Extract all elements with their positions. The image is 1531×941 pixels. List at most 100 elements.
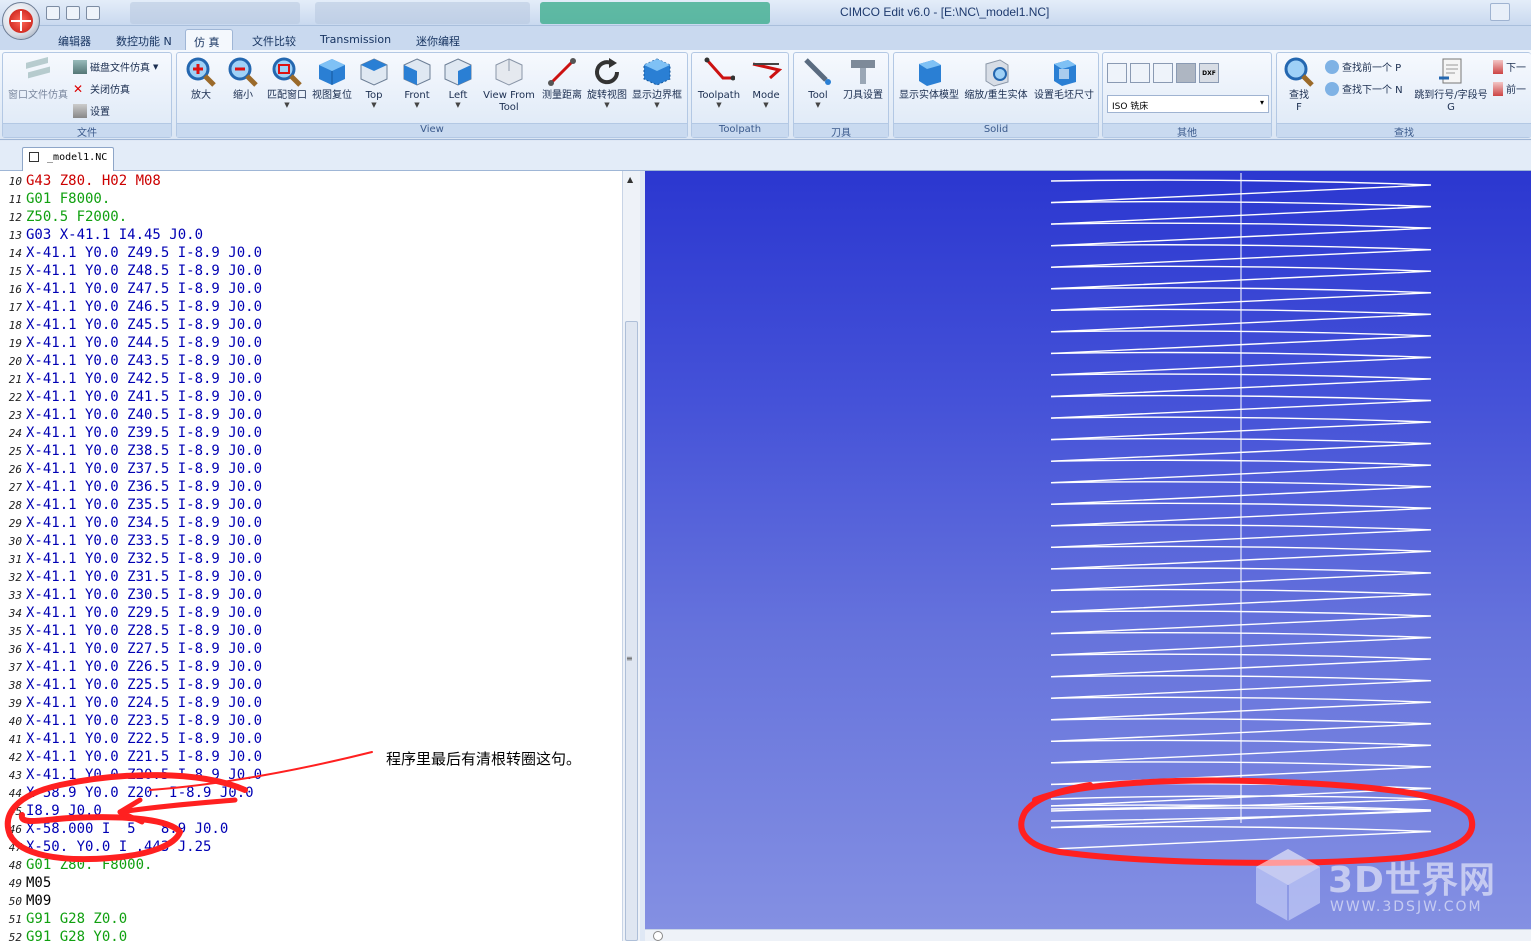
code-line[interactable]: 29 X-41.1 Y0.0 Z34.5 I-8.9 J0.0 <box>0 514 622 532</box>
code-line[interactable]: 30 X-41.1 Y0.0 Z33.5 I-8.9 J0.0 <box>0 532 622 550</box>
other-tool-1-icon[interactable] <box>1107 63 1127 83</box>
code-text[interactable]: X-41.1 Y0.0 Z36.5 I-8.9 J0.0 <box>26 478 262 496</box>
code-text[interactable]: X-41.1 Y0.0 Z21.5 I-8.9 J0.0 <box>26 748 262 766</box>
code-line[interactable]: 12 Z50.5 F2000. <box>0 208 622 226</box>
code-text[interactable]: X-41.1 Y0.0 Z32.5 I-8.9 J0.0 <box>26 550 262 568</box>
code-text[interactable]: X-41.1 Y0.0 Z49.5 I-8.9 J0.0 <box>26 244 262 262</box>
code-text[interactable]: X-58.000 I 5 8.9 J0.0 <box>26 820 228 838</box>
save-icon[interactable] <box>46 6 60 20</box>
other-tool-4-icon[interactable] <box>1176 63 1196 83</box>
code-text[interactable]: X-41.1 Y0.0 Z47.5 I-8.9 J0.0 <box>26 280 262 298</box>
other-tool-3-icon[interactable] <box>1153 63 1173 83</box>
code-line[interactable]: 35 X-41.1 Y0.0 Z28.5 I-8.9 J0.0 <box>0 622 622 640</box>
help-button[interactable] <box>1490 3 1510 21</box>
view-top-button[interactable]: Top ▼ <box>357 56 391 109</box>
code-line[interactable]: 21 X-41.1 Y0.0 Z42.5 I-8.9 J0.0 <box>0 370 622 388</box>
toolpath-button[interactable]: Toolpath ▼ <box>694 56 744 109</box>
mode-button[interactable]: Mode ▼ <box>744 56 788 109</box>
code-line[interactable]: 18 X-41.1 Y0.0 Z45.5 I-8.9 J0.0 <box>0 316 622 334</box>
code-text[interactable]: X-41.1 Y0.0 Z44.5 I-8.9 J0.0 <box>26 334 262 352</box>
fit-window-button[interactable]: 匹配窗口 ▼ <box>265 56 309 109</box>
view-from-tool-button[interactable]: View From Tool <box>479 56 539 114</box>
code-line[interactable]: 28 X-41.1 Y0.0 Z35.5 I-8.9 J0.0 <box>0 496 622 514</box>
code-line[interactable]: 41 X-41.1 Y0.0 Z22.5 I-8.9 J0.0 <box>0 730 622 748</box>
tab-mini-programming[interactable]: 迷你编程 <box>408 29 468 50</box>
code-text[interactable]: X-41.1 Y0.0 Z20.5 I-8.9 J0.0 <box>26 766 262 784</box>
code-text[interactable]: X-41.1 Y0.0 Z22.5 I-8.9 J0.0 <box>26 730 262 748</box>
code-text[interactable]: X-41.1 Y0.0 Z28.5 I-8.9 J0.0 <box>26 622 262 640</box>
find-next-button[interactable]: 查找下一个 N <box>1325 81 1403 96</box>
find-button[interactable]: 查找 F <box>1279 56 1319 114</box>
set-stock-size-button[interactable]: 设置毛坯尺寸 <box>1030 56 1098 102</box>
code-line[interactable]: 14 X-41.1 Y0.0 Z49.5 I-8.9 J0.0 <box>0 244 622 262</box>
view-left-button[interactable]: Left ▼ <box>441 56 475 109</box>
code-line[interactable]: 23 X-41.1 Y0.0 Z40.5 I-8.9 J0.0 <box>0 406 622 424</box>
code-text[interactable]: I8.9 J0.0 <box>26 802 102 820</box>
other-tool-2-icon[interactable] <box>1130 63 1150 83</box>
code-text[interactable]: X-41.1 Y0.0 Z27.5 I-8.9 J0.0 <box>26 640 262 658</box>
code-line[interactable]: 50 M09 <box>0 892 622 910</box>
regenerate-solid-button[interactable]: 缩放/重生实体 <box>962 56 1030 102</box>
code-text[interactable]: X-41.1 Y0.0 Z46.5 I-8.9 J0.0 <box>26 298 262 316</box>
rotate-view-button[interactable]: 旋转视图 ▼ <box>585 56 629 109</box>
tab-file-compare[interactable]: 文件比较 <box>244 29 304 50</box>
viewport-horizontal-scrollbar[interactable] <box>645 929 1531 941</box>
code-line[interactable]: 34 X-41.1 Y0.0 Z29.5 I-8.9 J0.0 <box>0 604 622 622</box>
code-line[interactable]: 45 I8.9 J0.0 <box>0 802 622 820</box>
code-text[interactable]: X-41.1 Y0.0 Z23.5 I-8.9 J0.0 <box>26 712 262 730</box>
code-line[interactable]: 16 X-41.1 Y0.0 Z47.5 I-8.9 J0.0 <box>0 280 622 298</box>
code-text[interactable]: X-41.1 Y0.0 Z34.5 I-8.9 J0.0 <box>26 514 262 532</box>
code-line[interactable]: 20 X-41.1 Y0.0 Z43.5 I-8.9 J0.0 <box>0 352 622 370</box>
measure-distance-button[interactable]: 测量距离 <box>541 56 583 102</box>
code-line[interactable]: 19 X-41.1 Y0.0 Z44.5 I-8.9 J0.0 <box>0 334 622 352</box>
scroll-up-icon[interactable]: ▲ <box>627 175 633 184</box>
code-lines[interactable]: 10 G43 Z80. H02 M08 11 G01 F8000. 12 Z50.5 F2… <box>0 171 622 941</box>
code-line[interactable]: 46 X-58.000 I 5 8.9 J0.0 <box>0 820 622 838</box>
code-text[interactable]: X-41.1 Y0.0 Z24.5 I-8.9 J0.0 <box>26 694 262 712</box>
machine-type-select[interactable]: ISO 铣床 ▾ <box>1107 95 1269 113</box>
find-previous-button[interactable]: 查找前一个 P <box>1325 59 1401 74</box>
code-text[interactable]: X-41.1 Y0.0 Z37.5 I-8.9 J0.0 <box>26 460 262 478</box>
code-line[interactable]: 31 X-41.1 Y0.0 Z32.5 I-8.9 J0.0 <box>0 550 622 568</box>
scroll-thumb[interactable] <box>625 321 638 941</box>
window-file-sim-button[interactable]: 窗口文件仿真 <box>5 56 71 102</box>
editor-vertical-scrollbar[interactable]: ▲ ≡ <box>622 171 640 941</box>
code-text[interactable]: X-41.1 Y0.0 Z31.5 I-8.9 J0.0 <box>26 568 262 586</box>
nc-code-editor[interactable]: 10 G43 Z80. H02 M08 11 G01 F8000. 12 Z50.5 F2… <box>0 171 640 941</box>
code-line[interactable]: 37 X-41.1 Y0.0 Z26.5 I-8.9 J0.0 <box>0 658 622 676</box>
code-text[interactable]: G91 G28 Y0.0 <box>26 928 127 941</box>
zoom-in-button[interactable]: 放大 <box>181 56 221 102</box>
code-text[interactable]: X-41.1 Y0.0 Z29.5 I-8.9 J0.0 <box>26 604 262 622</box>
close-sim-button[interactable]: ✕ 关闭仿真 <box>73 81 130 97</box>
code-line[interactable]: 51 G91 G28 Z0.0 <box>0 910 622 928</box>
code-line[interactable]: 49 M05 <box>0 874 622 892</box>
tool-button[interactable]: Tool ▼ <box>798 56 838 109</box>
code-text[interactable]: G03 X-41.1 I4.45 J0.0 <box>26 226 203 244</box>
code-text[interactable]: X-41.1 Y0.0 Z39.5 I-8.9 J0.0 <box>26 424 262 442</box>
code-text[interactable]: X-41.1 Y0.0 Z33.5 I-8.9 J0.0 <box>26 532 262 550</box>
code-line[interactable]: 33 X-41.1 Y0.0 Z30.5 I-8.9 J0.0 <box>0 586 622 604</box>
code-line[interactable]: 24 X-41.1 Y0.0 Z39.5 I-8.9 J0.0 <box>0 424 622 442</box>
code-line[interactable]: 44 X-58.9 Y0.0 Z20. I-8.9 J0.0 <box>0 784 622 802</box>
view-reset-button[interactable]: 视图复位 <box>311 56 353 102</box>
code-line[interactable]: 38 X-41.1 Y0.0 Z25.5 I-8.9 J0.0 <box>0 676 622 694</box>
code-text[interactable]: G01 F8000. <box>26 190 110 208</box>
code-line[interactable]: 25 X-41.1 Y0.0 Z38.5 I-8.9 J0.0 <box>0 442 622 460</box>
disk-file-sim-button[interactable]: 磁盘文件仿真 ▼ <box>73 59 158 74</box>
jump-to-line-button[interactable]: 跳到行号/字段号 G <box>1411 56 1491 114</box>
code-line[interactable]: 13 G03 X-41.1 I4.45 J0.0 <box>0 226 622 244</box>
code-text[interactable]: X-41.1 Y0.0 Z35.5 I-8.9 J0.0 <box>26 496 262 514</box>
code-line[interactable]: 11 G01 F8000. <box>0 190 622 208</box>
code-text[interactable]: X-41.1 Y0.0 Z30.5 I-8.9 J0.0 <box>26 586 262 604</box>
code-line[interactable]: 15 X-41.1 Y0.0 Z48.5 I-8.9 J0.0 <box>0 262 622 280</box>
code-line[interactable]: 40 X-41.1 Y0.0 Z23.5 I-8.9 J0.0 <box>0 712 622 730</box>
view-front-button[interactable]: Front ▼ <box>397 56 437 109</box>
tab-editor[interactable]: 编辑器 <box>50 29 99 50</box>
code-line[interactable]: 36 X-41.1 Y0.0 Z27.5 I-8.9 J0.0 <box>0 640 622 658</box>
code-line[interactable]: 39 X-41.1 Y0.0 Z24.5 I-8.9 J0.0 <box>0 694 622 712</box>
code-line[interactable]: 52 G91 G28 Y0.0 <box>0 928 622 941</box>
code-text[interactable]: M05 <box>26 874 51 892</box>
code-line[interactable]: 10 G43 Z80. H02 M08 <box>0 172 622 190</box>
code-text[interactable]: X-41.1 Y0.0 Z42.5 I-8.9 J0.0 <box>26 370 262 388</box>
code-text[interactable]: X-58.9 Y0.0 Z20. I-8.9 J0.0 <box>26 784 254 802</box>
